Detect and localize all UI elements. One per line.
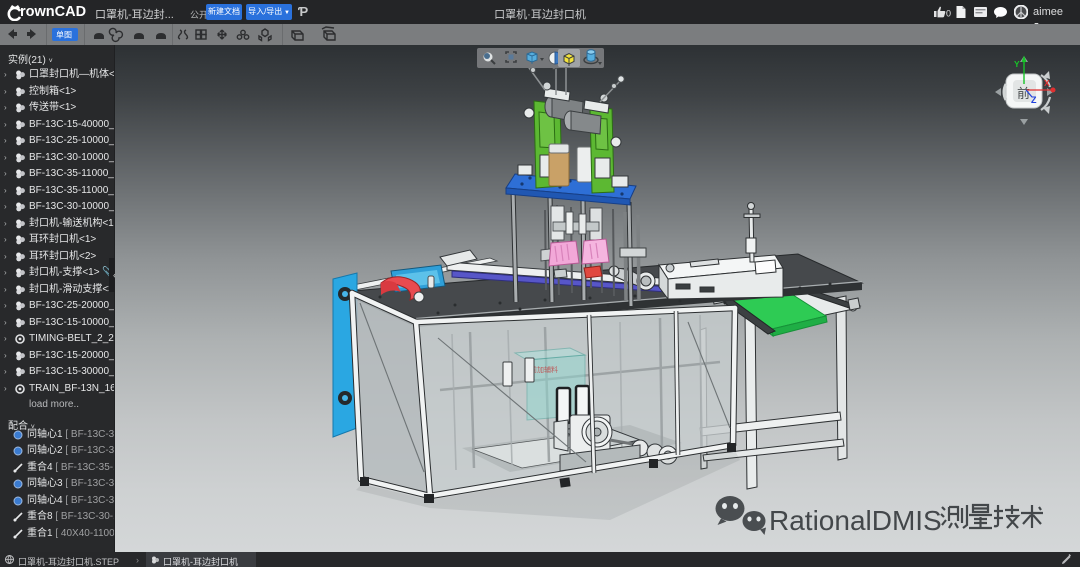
svg-text:Y: Y bbox=[1014, 59, 1020, 69]
svg-text:Z: Z bbox=[1031, 95, 1037, 105]
svg-text:0: 0 bbox=[946, 9, 951, 19]
svg-text:前: 前 bbox=[1017, 86, 1030, 101]
svg-text:单图: 单图 bbox=[56, 30, 72, 40]
svg-text:X: X bbox=[1044, 78, 1050, 88]
svg-text:RationalDMIS: RationalDMIS bbox=[769, 505, 942, 536]
